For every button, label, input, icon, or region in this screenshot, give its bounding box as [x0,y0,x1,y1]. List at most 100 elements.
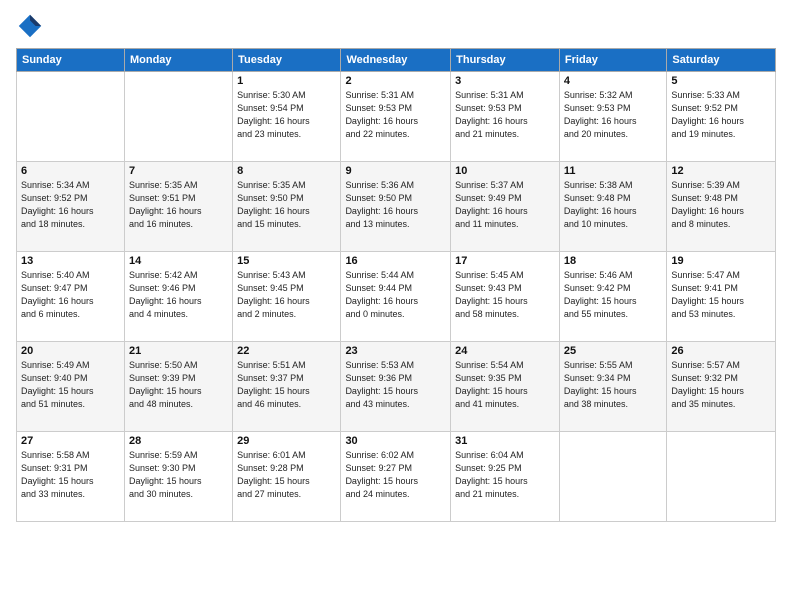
calendar-cell: 23Sunrise: 5:53 AM Sunset: 9:36 PM Dayli… [341,342,451,432]
day-info: Sunrise: 5:35 AM Sunset: 9:50 PM Dayligh… [237,179,336,231]
day-info: Sunrise: 5:59 AM Sunset: 9:30 PM Dayligh… [129,449,228,501]
day-info: Sunrise: 5:50 AM Sunset: 9:39 PM Dayligh… [129,359,228,411]
calendar-cell: 31 Sunrise: 6:04 AM Sunset: 9:25 PM Dayli… [451,432,560,522]
day-number: 20 [21,345,120,357]
day-number: 5 [671,75,771,87]
day-number: 31 [455,435,555,447]
day-info: Sunrise: 6:02 AM Sunset: 9:27 PM Dayligh… [345,449,446,501]
day-number: 16 [345,255,446,267]
calendar-cell [124,72,232,162]
weekday-header-wednesday: Wednesday [341,49,451,72]
day-info: Sunrise: 5:32 AM Sunset: 9:53 PM Dayligh… [564,89,662,141]
calendar-week-4: 20 Sunrise: 5:49 AM Sunset: 9:40 PM Dayli… [17,342,776,432]
calendar-cell: 9Sunrise: 5:36 AM Sunset: 9:50 PM Daylig… [341,162,451,252]
calendar-cell: 25Sunrise: 5:55 AM Sunset: 9:34 PM Dayli… [559,342,666,432]
day-info: Sunrise: 5:44 AM Sunset: 9:44 PM Dayligh… [345,269,446,321]
day-number: 10 [455,165,555,177]
day-info: Sunrise: 5:46 AM Sunset: 9:42 PM Dayligh… [564,269,662,321]
calendar-cell: 2 Sunrise: 5:31 AM Sunset: 9:53 PM Daylig… [341,72,451,162]
calendar-cell: 17 Sunrise: 5:45 AM Sunset: 9:43 PM Dayli… [451,252,560,342]
day-number: 27 [21,435,120,447]
day-info: Sunrise: 5:31 AM Sunset: 9:53 PM Dayligh… [455,89,555,141]
day-info: Sunrise: 5:51 AM Sunset: 9:37 PM Dayligh… [237,359,336,411]
calendar-cell: 20 Sunrise: 5:49 AM Sunset: 9:40 PM Dayli… [17,342,125,432]
calendar-cell: 21 Sunrise: 5:50 AM Sunset: 9:39 PM Dayli… [124,342,232,432]
day-number: 23 [345,345,446,357]
weekday-header-sunday: Sunday [17,49,125,72]
calendar-cell: 16 Sunrise: 5:44 AM Sunset: 9:44 PM Dayli… [341,252,451,342]
calendar: SundayMondayTuesdayWednesdayThursdayFrid… [16,48,776,522]
calendar-cell: 22 Sunrise: 5:51 AM Sunset: 9:37 PM Dayli… [233,342,341,432]
calendar-cell: 5 Sunrise: 5:33 AM Sunset: 9:52 PM Daylig… [667,72,776,162]
day-number: 6 [21,165,120,177]
day-info: Sunrise: 5:45 AM Sunset: 9:43 PM Dayligh… [455,269,555,321]
calendar-cell: 13 Sunrise: 5:40 AM Sunset: 9:47 PM Dayli… [17,252,125,342]
day-number: 8 [237,165,336,177]
calendar-week-3: 13 Sunrise: 5:40 AM Sunset: 9:47 PM Dayli… [17,252,776,342]
day-number: 30 [345,435,446,447]
weekday-header-thursday: Thursday [451,49,560,72]
day-info: Sunrise: 5:57 AM Sunset: 9:32 PM Dayligh… [671,359,771,411]
day-info: Sunrise: 5:35 AM Sunset: 9:51 PM Dayligh… [129,179,228,231]
calendar-cell: 10Sunrise: 5:37 AM Sunset: 9:49 PM Dayli… [451,162,560,252]
calendar-cell: 8 Sunrise: 5:35 AM Sunset: 9:50 PM Daylig… [233,162,341,252]
page: SundayMondayTuesdayWednesdayThursdayFrid… [0,0,792,612]
day-number: 4 [564,75,662,87]
day-info: Sunrise: 5:49 AM Sunset: 9:40 PM Dayligh… [21,359,120,411]
day-number: 18 [564,255,662,267]
header [16,12,776,40]
day-number: 17 [455,255,555,267]
day-number: 2 [345,75,446,87]
day-info: Sunrise: 5:36 AM Sunset: 9:50 PM Dayligh… [345,179,446,231]
day-info: Sunrise: 5:34 AM Sunset: 9:52 PM Dayligh… [21,179,120,231]
day-info: Sunrise: 5:54 AM Sunset: 9:35 PM Dayligh… [455,359,555,411]
calendar-cell: 6 Sunrise: 5:34 AM Sunset: 9:52 PM Daylig… [17,162,125,252]
day-info: Sunrise: 5:31 AM Sunset: 9:53 PM Dayligh… [345,89,446,141]
weekday-header-saturday: Saturday [667,49,776,72]
day-number: 3 [455,75,555,87]
day-info: Sunrise: 5:42 AM Sunset: 9:46 PM Dayligh… [129,269,228,321]
day-number: 14 [129,255,228,267]
calendar-week-5: 27Sunrise: 5:58 AM Sunset: 9:31 PM Dayli… [17,432,776,522]
calendar-cell: 24 Sunrise: 5:54 AM Sunset: 9:35 PM Dayli… [451,342,560,432]
day-info: Sunrise: 6:01 AM Sunset: 9:28 PM Dayligh… [237,449,336,501]
calendar-cell: 11Sunrise: 5:38 AM Sunset: 9:48 PM Dayli… [559,162,666,252]
calendar-cell: 12 Sunrise: 5:39 AM Sunset: 9:48 PM Dayli… [667,162,776,252]
calendar-cell: 30 Sunrise: 6:02 AM Sunset: 9:27 PM Dayli… [341,432,451,522]
calendar-cell: 15Sunrise: 5:43 AM Sunset: 9:45 PM Dayli… [233,252,341,342]
day-number: 21 [129,345,228,357]
calendar-cell [17,72,125,162]
day-number: 7 [129,165,228,177]
day-number: 26 [671,345,771,357]
day-number: 24 [455,345,555,357]
weekday-header-row: SundayMondayTuesdayWednesdayThursdayFrid… [17,49,776,72]
day-info: Sunrise: 5:40 AM Sunset: 9:47 PM Dayligh… [21,269,120,321]
calendar-cell: 28Sunrise: 5:59 AM Sunset: 9:30 PM Dayli… [124,432,232,522]
day-info: Sunrise: 5:33 AM Sunset: 9:52 PM Dayligh… [671,89,771,141]
day-info: Sunrise: 5:43 AM Sunset: 9:45 PM Dayligh… [237,269,336,321]
day-info: Sunrise: 6:04 AM Sunset: 9:25 PM Dayligh… [455,449,555,501]
calendar-cell [667,432,776,522]
day-number: 25 [564,345,662,357]
calendar-cell: 1 Sunrise: 5:30 AM Sunset: 9:54 PM Daylig… [233,72,341,162]
weekday-header-tuesday: Tuesday [233,49,341,72]
day-number: 13 [21,255,120,267]
day-info: Sunrise: 5:30 AM Sunset: 9:54 PM Dayligh… [237,89,336,141]
day-info: Sunrise: 5:39 AM Sunset: 9:48 PM Dayligh… [671,179,771,231]
day-number: 29 [237,435,336,447]
day-info: Sunrise: 5:47 AM Sunset: 9:41 PM Dayligh… [671,269,771,321]
day-number: 22 [237,345,336,357]
calendar-cell: 7 Sunrise: 5:35 AM Sunset: 9:51 PM Daylig… [124,162,232,252]
weekday-header-friday: Friday [559,49,666,72]
calendar-cell: 19 Sunrise: 5:47 AM Sunset: 9:41 PM Dayli… [667,252,776,342]
calendar-cell: 18 Sunrise: 5:46 AM Sunset: 9:42 PM Dayli… [559,252,666,342]
calendar-cell: 29 Sunrise: 6:01 AM Sunset: 9:28 PM Dayli… [233,432,341,522]
logo-icon [16,12,44,40]
weekday-header-monday: Monday [124,49,232,72]
calendar-cell: 4 Sunrise: 5:32 AM Sunset: 9:53 PM Daylig… [559,72,666,162]
calendar-cell: 27Sunrise: 5:58 AM Sunset: 9:31 PM Dayli… [17,432,125,522]
day-number: 12 [671,165,771,177]
day-number: 1 [237,75,336,87]
day-number: 19 [671,255,771,267]
calendar-cell: 3 Sunrise: 5:31 AM Sunset: 9:53 PM Daylig… [451,72,560,162]
